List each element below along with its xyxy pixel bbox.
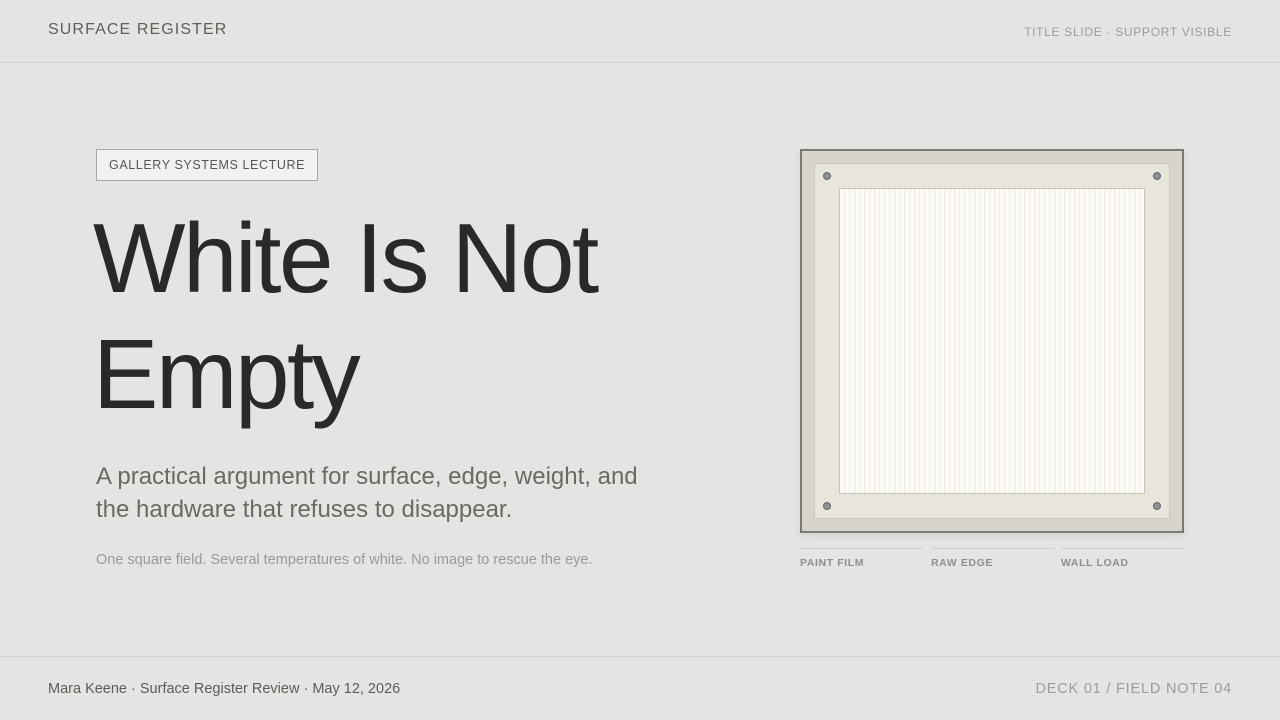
- screw-icon: [1153, 502, 1161, 510]
- panel-mat: [814, 163, 1170, 519]
- legend-item-wall-load: WALL LOAD: [1061, 548, 1184, 569]
- lecture-tag: GALLERY SYSTEMS LECTURE: [96, 149, 319, 181]
- byline: Mara Keene · Surface Register Review · M…: [48, 681, 401, 697]
- panel-legend: PAINT FILM RAW EDGE WALL LOAD: [800, 548, 1184, 572]
- white-panel-illustration: [800, 149, 1184, 533]
- slide-label: TITLE SLIDE · SUPPORT VISIBLE: [1024, 25, 1232, 39]
- deck-label: DECK 01 / FIELD NOTE 04: [1035, 681, 1232, 697]
- screw-icon: [823, 502, 831, 510]
- slide-note: One square field. Several temperatures o…: [96, 552, 593, 568]
- slide-title: White Is Not Empty: [93, 203, 599, 429]
- bottom-bar: Mara Keene · Surface Register Review · M…: [0, 656, 1280, 720]
- legend-item-paint-film: PAINT FILM: [800, 548, 923, 569]
- screw-icon: [1153, 172, 1161, 180]
- top-bar: SURFACE REGISTER TITLE SLIDE · SUPPORT V…: [0, 0, 1280, 63]
- legend-item-raw-edge: RAW EDGE: [931, 548, 1054, 569]
- screw-icon: [823, 172, 831, 180]
- brand-name: SURFACE REGISTER: [48, 21, 228, 38]
- slide-subtitle: A practical argument for surface, edge, …: [96, 463, 638, 523]
- white-field: [839, 188, 1145, 494]
